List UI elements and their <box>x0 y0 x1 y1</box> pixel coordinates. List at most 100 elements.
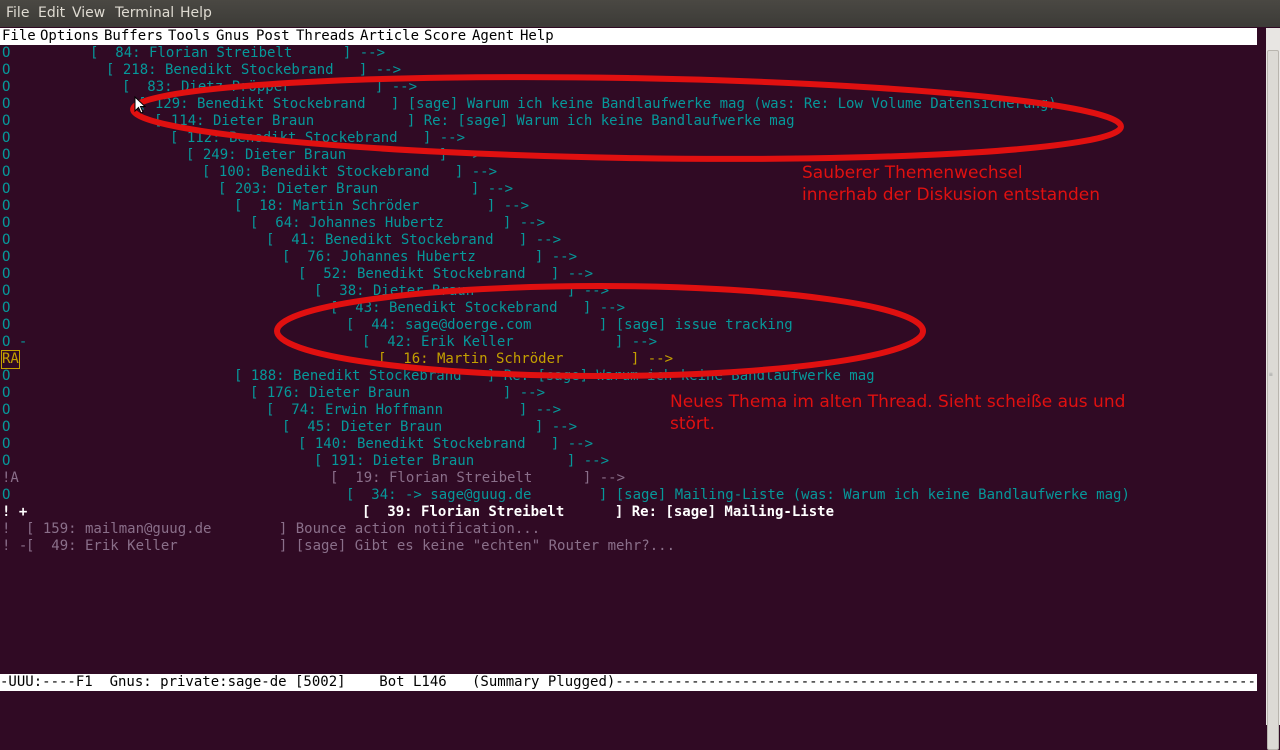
scrollbar-thumb[interactable] <box>1267 50 1279 750</box>
summary-line-text: [ 44: sage@doerge.com ] [sage] issue tra… <box>346 317 793 333</box>
summary-line-text: [ 16: Martin Schröder ] --> <box>378 351 674 367</box>
summary-line-mark: O <box>2 385 11 401</box>
summary-line[interactable]: O - [ 42: Erik Keller ] --> <box>0 334 1260 351</box>
summary-line[interactable]: O [ 64: Johannes Hubertz ] --> <box>0 215 1260 232</box>
summary-line[interactable]: O [ 44: sage@doerge.com ] [sage] issue tr… <box>0 317 1260 334</box>
summary-line-mark: O <box>2 419 11 435</box>
emacs-menu-gnus[interactable]: Gnus <box>216 28 250 45</box>
summary-line[interactable]: O [ 41: Benedikt Stockebrand ] --> <box>0 232 1260 249</box>
summary-line-mark: O <box>2 96 11 112</box>
emacs-menu-score[interactable]: Score <box>424 28 466 45</box>
emacs-menu-tools[interactable]: Tools <box>168 28 210 45</box>
summary-line-text: [ 39: Florian Streibelt ] Re: [sage] Mai… <box>362 504 835 520</box>
summary-line-text: [ 188: Benedikt Stockebrand ] Re: [sage]… <box>234 368 875 384</box>
summary-line-text: [ 43: Benedikt Stockebrand ] --> <box>330 300 626 316</box>
emacs-menu-options[interactable]: Options <box>40 28 99 45</box>
summary-line-mark: O <box>2 79 11 95</box>
summary-line[interactable]: ! + [ 39: Florian Streibelt ] Re: [sage] … <box>0 504 1260 521</box>
summary-line[interactable]: O [ 191: Dieter Braun ] --> <box>0 453 1260 470</box>
summary-line-mark: O <box>2 249 11 265</box>
summary-line-text: [ 203: Dieter Braun ] --> <box>218 181 514 197</box>
summary-line-text: [ 34: -> sage@guug.de ] [sage] Mailing-L… <box>346 487 1130 503</box>
summary-line-mark: O - <box>2 334 28 350</box>
summary-line-mark: O <box>2 283 11 299</box>
summary-line-mark: RA <box>1 350 20 369</box>
mouse-pointer-icon <box>134 96 146 114</box>
summary-line-mark: !A <box>2 470 19 486</box>
summary-line[interactable]: O [ 140: Benedikt Stockebrand ] --> <box>0 436 1260 453</box>
summary-line-mark: O <box>2 436 11 452</box>
terminal-menu-file[interactable]: File <box>6 5 29 21</box>
summary-line-mark: ! <box>2 521 11 537</box>
summary-line-text: [ 45: Dieter Braun ] --> <box>282 419 578 435</box>
summary-line-text: [ 52: Benedikt Stockebrand ] --> <box>298 266 594 282</box>
annotation-note2-line1: Neues Thema im alten Thread. Sieht schei… <box>670 392 1126 412</box>
summary-line-text: [ 84: Florian Streibelt ] --> <box>90 45 386 61</box>
scrollbar[interactable]: ≡ <box>1266 28 1280 750</box>
emacs-menu-buffers[interactable]: Buffers <box>104 28 163 45</box>
summary-line-text: [ 129: Benedikt Stockebrand ] [sage] War… <box>138 96 1057 112</box>
summary-line[interactable]: O [ 83: Dietz Pröpper ] --> <box>0 79 1260 96</box>
summary-line[interactable]: O [ 112: Benedikt Stockebrand ] --> <box>0 130 1260 147</box>
summary-line[interactable]: O [ 38: Dieter Braun ] --> <box>0 283 1260 300</box>
summary-line-text: [ 76: Johannes Hubertz ] --> <box>282 249 578 265</box>
summary-line-text: [ 176: Dieter Braun ] --> <box>250 385 546 401</box>
summary-line[interactable]: !A [ 19: Florian Streibelt ] --> <box>0 470 1260 487</box>
annotation-note-new-topic: Neues Thema im alten Thread. Sieht schei… <box>670 391 1125 435</box>
summary-line[interactable]: O [ 218: Benedikt Stockebrand ] --> <box>0 62 1260 79</box>
summary-line-text: [ 112: Benedikt Stockebrand ] --> <box>170 130 466 146</box>
summary-line-mark: O <box>2 113 11 129</box>
summary-line-text: [ 218: Benedikt Stockebrand ] --> <box>106 62 402 78</box>
summary-line-text: [ 18: Martin Schröder ] --> <box>234 198 530 214</box>
annotation-note2-line2: stört. <box>670 414 715 434</box>
scrollbar-grip-icon: ≡ <box>1269 371 1273 378</box>
emacs-menu-threads[interactable]: Threads <box>296 28 355 45</box>
summary-line[interactable]: ! -[ 49: Erik Keller ] [sage] Gibt es ke… <box>0 538 1260 555</box>
summary-line-mark: O <box>2 453 11 469</box>
summary-line-text: [ 100: Benedikt Stockebrand ] --> <box>202 164 498 180</box>
summary-line-text: [ 159: mailman@guug.de ] Bounce action n… <box>26 521 541 537</box>
summary-line[interactable]: O [ 84: Florian Streibelt ] --> <box>0 45 1260 62</box>
summary-line[interactable]: O [ 114: Dieter Braun ] Re: [sage] Warum … <box>0 113 1260 130</box>
summary-line[interactable]: O [ 43: Benedikt Stockebrand ] --> <box>0 300 1260 317</box>
summary-line-text: [ 191: Dieter Braun ] --> <box>314 453 610 469</box>
summary-line[interactable]: O [ 76: Johannes Hubertz ] --> <box>0 249 1260 266</box>
summary-line[interactable]: O [ 52: Benedikt Stockebrand ] --> <box>0 266 1260 283</box>
summary-line-text: [ 74: Erwin Hoffmann ] --> <box>266 402 562 418</box>
annotation-note1-line1: Sauberer Themenwechsel <box>802 163 1023 183</box>
summary-line-mark: O <box>2 368 11 384</box>
summary-line-text: [ 114: Dieter Braun ] Re: [sage] Warum i… <box>154 113 795 129</box>
emacs-menubar: File Options Buffers Tools Gnus Post Thr… <box>0 28 1257 45</box>
emacs-menu-post[interactable]: Post <box>256 28 290 45</box>
summary-line[interactable]: O [ 188: Benedikt Stockebrand ] Re: [sage… <box>0 368 1260 385</box>
summary-line-mark: O <box>2 62 11 78</box>
emacs-menu-agent[interactable]: Agent <box>472 28 514 45</box>
summary-line[interactable]: RA [ 16: Martin Schröder ] --> <box>0 350 1260 369</box>
summary-line-text: [ 64: Johannes Hubertz ] --> <box>250 215 546 231</box>
emacs-menu-file[interactable]: File <box>2 28 36 45</box>
summary-line-mark: O <box>2 147 11 163</box>
terminal-menu-terminal[interactable]: Terminal <box>115 5 174 21</box>
mode-line: -UUU:----F1 Gnus: private:sage-de [5002]… <box>0 674 1257 691</box>
summary-line[interactable]: O [ 129: Benedikt Stockebrand ] [sage] Wa… <box>0 96 1260 113</box>
summary-line[interactable]: ! [ 159: mailman@guug.de ] Bounce action … <box>0 521 1260 538</box>
summary-line-text: [ 38: Dieter Braun ] --> <box>314 283 610 299</box>
emacs-menu-article[interactable]: Article <box>360 28 419 45</box>
summary-buffer[interactable]: O [ 84: Florian Streibelt ] --> O [ 218: Be… <box>0 45 1260 605</box>
emacs-menu-help[interactable]: Help <box>520 28 554 45</box>
annotation-note1-line2: innerhab der Diskusion entstanden <box>802 185 1101 205</box>
summary-line-mark: ! - <box>2 538 28 554</box>
summary-line-mark: O <box>2 266 11 282</box>
terminal-menu-edit[interactable]: Edit <box>38 5 65 21</box>
summary-line-mark: O <box>2 402 11 418</box>
summary-line-mark: O <box>2 198 11 214</box>
terminal-menu-view[interactable]: View <box>72 5 105 21</box>
summary-line-mark: O <box>2 232 11 248</box>
summary-line-mark: O <box>2 317 11 333</box>
terminal-menu-help[interactable]: Help <box>180 5 212 21</box>
summary-line-mark: O <box>2 487 11 503</box>
summary-line-mark: O <box>2 181 11 197</box>
summary-line-text: [ 49: Erik Keller ] [sage] Gibt es keine… <box>26 538 676 554</box>
summary-line[interactable]: O [ 34: -> sage@guug.de ] [sage] Mailing-… <box>0 487 1260 504</box>
summary-line-mark: O <box>2 130 11 146</box>
